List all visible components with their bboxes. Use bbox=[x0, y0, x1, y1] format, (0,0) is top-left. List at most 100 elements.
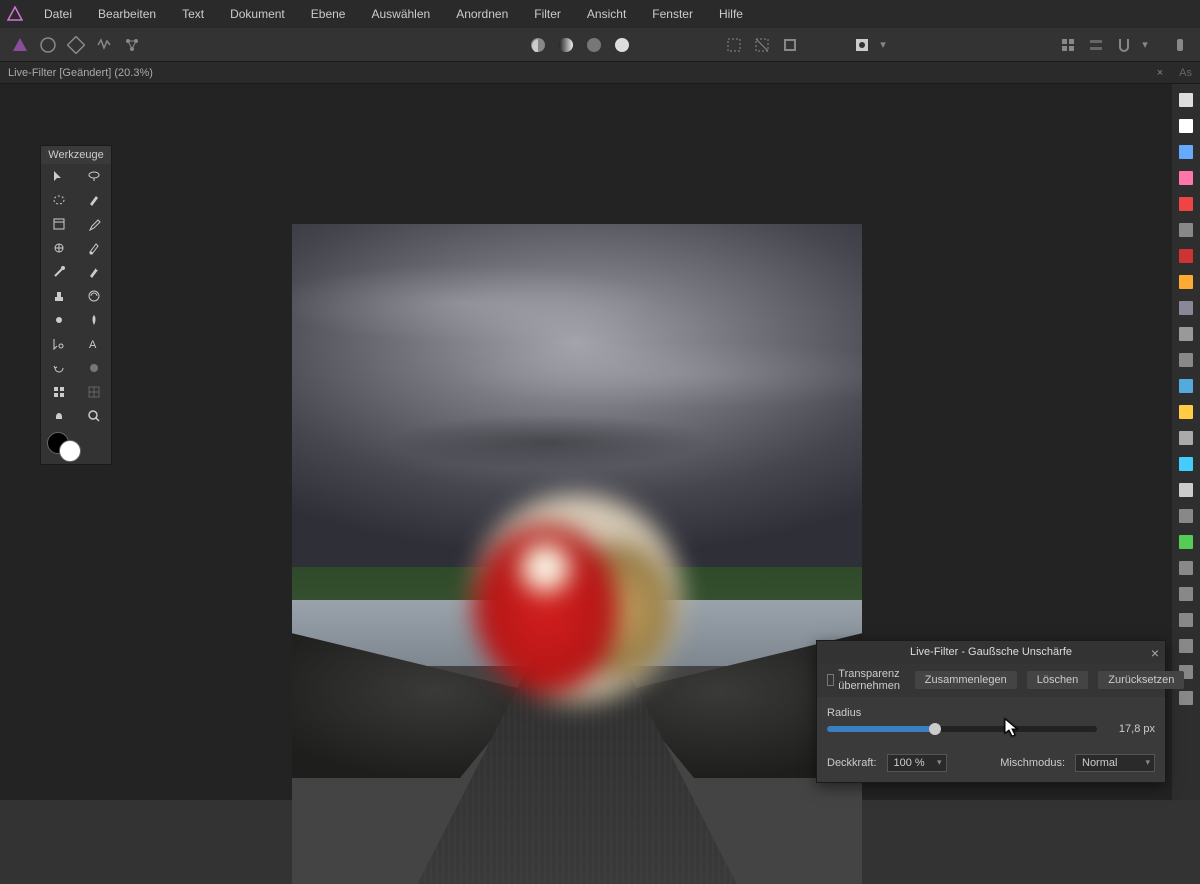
selection-brush-tool[interactable] bbox=[41, 236, 76, 260]
menu-edit[interactable]: Bearbeiten bbox=[86, 3, 168, 25]
svg-text:A: A bbox=[89, 339, 97, 351]
document-canvas[interactable] bbox=[292, 224, 862, 884]
move-tool[interactable] bbox=[41, 164, 76, 188]
background-color-icon[interactable] bbox=[59, 440, 81, 462]
toolbar-gradient2-icon[interactable] bbox=[554, 33, 578, 57]
lasso-tool[interactable] bbox=[76, 164, 111, 188]
menu-document[interactable]: Dokument bbox=[218, 3, 297, 25]
styles-icon[interactable] bbox=[1176, 532, 1196, 552]
mesh-tool[interactable] bbox=[41, 380, 76, 404]
persona-export-icon[interactable] bbox=[120, 33, 144, 57]
stock-icon[interactable] bbox=[1176, 636, 1196, 656]
dialog-titlebar[interactable]: Live-Filter - Gaußsche Unschärfe × bbox=[817, 641, 1165, 663]
toolbar-assistant-icon[interactable] bbox=[1168, 33, 1192, 57]
blendmode-label: Mischmodus: bbox=[1000, 757, 1065, 769]
blur-tool[interactable] bbox=[41, 308, 76, 332]
toolbar-gradient1-icon[interactable] bbox=[526, 33, 550, 57]
eyedropper-tool[interactable] bbox=[76, 212, 111, 236]
opacity-label: Deckkraft: bbox=[827, 757, 877, 769]
channels-icon[interactable] bbox=[1176, 168, 1196, 188]
pan-tool[interactable] bbox=[41, 404, 76, 428]
swatches-icon[interactable] bbox=[1176, 116, 1196, 136]
menu-filter[interactable]: Filter bbox=[522, 3, 573, 25]
text-tool[interactable]: A bbox=[76, 332, 111, 356]
toolbar-dropdown-icon[interactable]: ▾ bbox=[878, 33, 888, 57]
history-icon[interactable] bbox=[1176, 584, 1196, 604]
curves-icon[interactable] bbox=[1176, 376, 1196, 396]
persona-develop-icon[interactable] bbox=[64, 33, 88, 57]
pen-tool[interactable] bbox=[41, 260, 76, 284]
menu-view[interactable]: Ansicht bbox=[575, 3, 638, 25]
shape-tool[interactable] bbox=[76, 356, 111, 380]
document-tab-row: Live-Filter [Geändert] (20.3%) × As bbox=[0, 62, 1200, 84]
snapshots-icon[interactable] bbox=[1176, 610, 1196, 630]
document-tab-title[interactable]: Live-Filter [Geändert] (20.3%) bbox=[8, 67, 153, 79]
toolbar-snap-icon[interactable] bbox=[1112, 33, 1136, 57]
live-filter-dialog[interactable]: Live-Filter - Gaußsche Unschärfe × Trans… bbox=[816, 640, 1166, 783]
toolbar-gradient3-icon[interactable] bbox=[582, 33, 606, 57]
clone-tool[interactable] bbox=[41, 284, 76, 308]
toolbar-align-icon[interactable] bbox=[1084, 33, 1108, 57]
toolbar-quickmask-icon[interactable] bbox=[850, 33, 874, 57]
toolbar-snap-dropdown-icon[interactable]: ▾ bbox=[1140, 33, 1150, 57]
ellipse-select-tool[interactable] bbox=[41, 188, 76, 212]
opacity-select[interactable]: 100 % bbox=[887, 754, 947, 772]
gradient-icon[interactable] bbox=[1176, 246, 1196, 266]
crop-tool[interactable] bbox=[41, 212, 76, 236]
menu-layer[interactable]: Ebene bbox=[299, 3, 358, 25]
app-logo-icon bbox=[6, 5, 24, 23]
navigator-icon[interactable] bbox=[1176, 298, 1196, 318]
color-icon[interactable] bbox=[1176, 142, 1196, 162]
toolbar-selection1-icon[interactable] bbox=[722, 33, 746, 57]
zoom-tool[interactable] bbox=[76, 404, 111, 428]
persona-liquify-icon[interactable] bbox=[36, 33, 60, 57]
dialog-close-icon[interactable]: × bbox=[1151, 645, 1159, 661]
toolbar-selection3-icon[interactable] bbox=[778, 33, 802, 57]
menu-help[interactable]: Hilfe bbox=[707, 3, 755, 25]
document-tab-close-icon[interactable]: × bbox=[1153, 67, 1167, 79]
radius-slider[interactable] bbox=[827, 726, 1097, 732]
menu-window[interactable]: Fenster bbox=[640, 3, 705, 25]
persona-photo-icon[interactable] bbox=[8, 33, 32, 57]
toolbar-grid-icon[interactable] bbox=[1056, 33, 1080, 57]
image-parrot-blurred bbox=[472, 494, 682, 704]
levels-icon[interactable] bbox=[1176, 324, 1196, 344]
lines-icon[interactable] bbox=[1176, 350, 1196, 370]
right-collapsed-tab[interactable]: As bbox=[1179, 67, 1192, 79]
histogram-icon[interactable] bbox=[1176, 90, 1196, 110]
macros-icon[interactable] bbox=[1176, 558, 1196, 578]
tools-panel-title: Werkzeuge bbox=[41, 146, 111, 164]
menu-select[interactable]: Auswählen bbox=[359, 3, 442, 25]
blendmode-select[interactable]: Normal bbox=[1075, 754, 1155, 772]
character-icon[interactable] bbox=[1176, 688, 1196, 708]
delete-button[interactable]: Löschen bbox=[1027, 671, 1089, 689]
menu-arrange[interactable]: Anordnen bbox=[444, 3, 520, 25]
menu-file[interactable]: Datei bbox=[32, 3, 84, 25]
node-tool[interactable] bbox=[41, 332, 76, 356]
brush-tool[interactable] bbox=[76, 188, 111, 212]
target-icon[interactable] bbox=[1176, 480, 1196, 500]
stripes-icon[interactable] bbox=[1176, 272, 1196, 292]
grid-tool[interactable] bbox=[76, 380, 111, 404]
toolbar-gradient4-icon[interactable] bbox=[610, 33, 634, 57]
retouch-brush-tool[interactable] bbox=[76, 236, 111, 260]
info-icon[interactable] bbox=[1176, 220, 1196, 240]
hsl-icon[interactable] bbox=[1176, 402, 1196, 422]
layers-icon[interactable] bbox=[1176, 428, 1196, 448]
merge-button[interactable]: Zusammenlegen bbox=[915, 671, 1017, 689]
toolbar-selection2-icon[interactable] bbox=[750, 33, 774, 57]
dodge-tool[interactable] bbox=[76, 308, 111, 332]
healing-brush-tool[interactable] bbox=[76, 260, 111, 284]
assistant-icon[interactable] bbox=[1176, 454, 1196, 474]
rotate-tool[interactable] bbox=[41, 356, 76, 380]
adjustments-icon[interactable] bbox=[1176, 194, 1196, 214]
reset-button[interactable]: Zurücksetzen bbox=[1098, 671, 1184, 689]
tools-panel[interactable]: Werkzeuge A bbox=[40, 145, 112, 465]
radius-value[interactable]: 17,8 px bbox=[1107, 723, 1155, 735]
persona-tone-icon[interactable] bbox=[92, 33, 116, 57]
color-swatch[interactable] bbox=[41, 428, 111, 464]
menu-text[interactable]: Text bbox=[170, 3, 216, 25]
transparency-checkbox[interactable]: Transparenz übernehmen bbox=[827, 668, 905, 692]
effects-icon[interactable] bbox=[1176, 506, 1196, 526]
paint-mix-tool[interactable] bbox=[76, 284, 111, 308]
